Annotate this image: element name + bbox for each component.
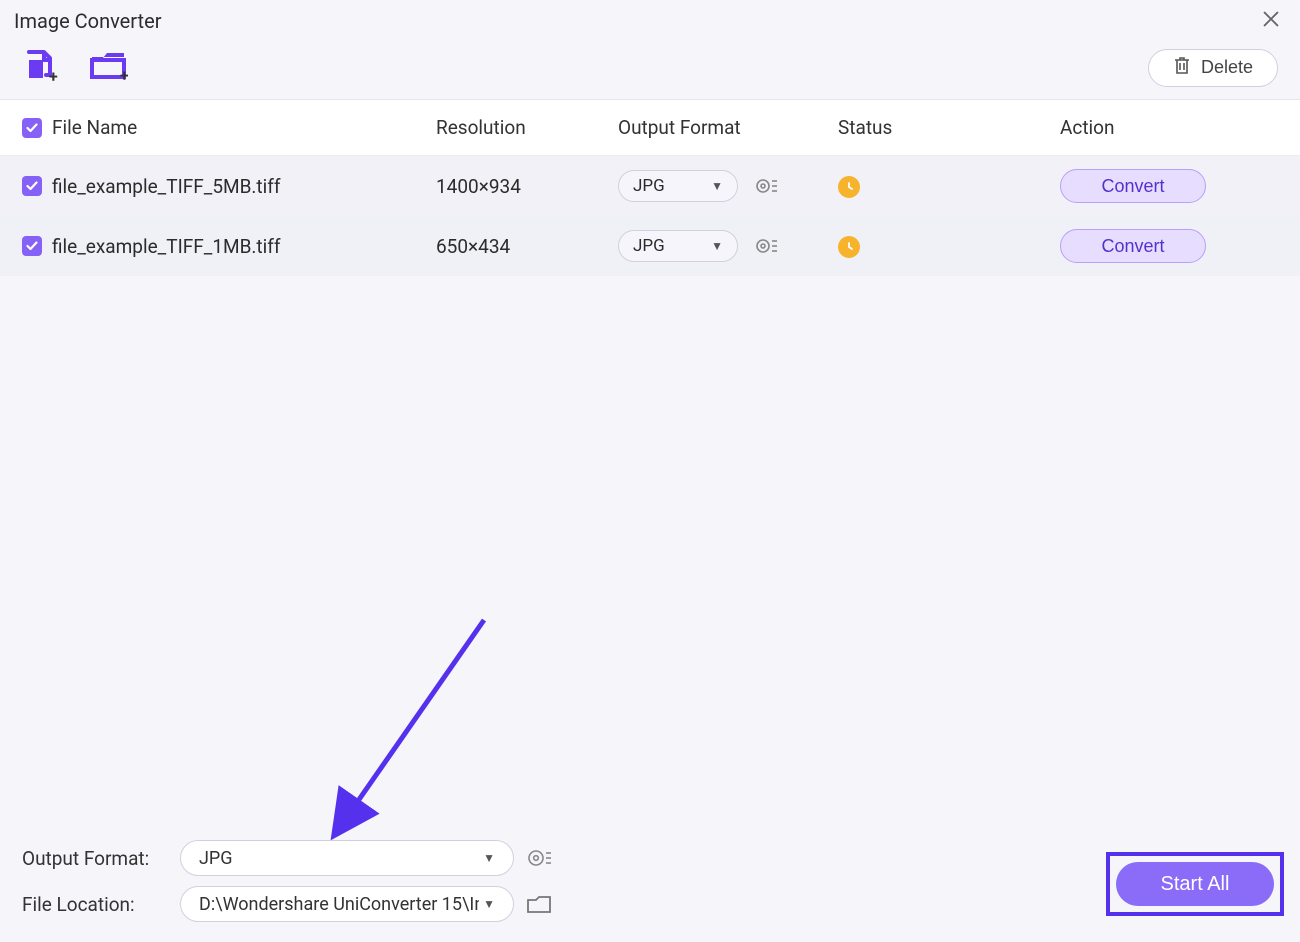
start-all-button[interactable]: Start All (1116, 862, 1274, 906)
file-resolution: 650×434 (436, 235, 618, 258)
toolbar: + + Delete (0, 42, 1300, 100)
settings-icon[interactable] (754, 235, 778, 257)
convert-button[interactable]: Convert (1060, 169, 1206, 203)
bottom-bar: Output Format: JPG ▼ File Location: D:\W… (0, 840, 1300, 942)
add-file-icon[interactable]: + (22, 48, 58, 88)
output-format-label: Output Format: (22, 847, 168, 870)
file-location-value: D:\Wondershare UniConverter 15\Im (199, 894, 479, 915)
table-row: file_example_TIFF_5MB.tiff 1400×934 JPG … (0, 156, 1300, 216)
file-location-label: File Location: (22, 893, 168, 916)
file-location-select[interactable]: D:\Wondershare UniConverter 15\Im ▼ (180, 886, 514, 922)
file-resolution: 1400×934 (436, 175, 618, 198)
format-value: JPG (633, 176, 665, 196)
settings-icon[interactable] (754, 175, 778, 197)
format-select[interactable]: JPG ▼ (618, 170, 738, 202)
select-all-checkbox[interactable] (22, 118, 42, 138)
file-list: file_example_TIFF_5MB.tiff 1400×934 JPG … (0, 156, 1300, 276)
settings-icon[interactable] (526, 846, 552, 870)
chevron-down-icon: ▼ (483, 851, 495, 865)
output-format-value: JPG (199, 848, 233, 869)
trash-icon (1173, 55, 1191, 80)
delete-label: Delete (1201, 57, 1253, 78)
close-icon[interactable] (1260, 8, 1282, 34)
format-select[interactable]: JPG ▼ (618, 230, 738, 262)
col-status: Status (838, 116, 1060, 139)
row-checkbox[interactable] (22, 236, 42, 256)
file-name: file_example_TIFF_5MB.tiff (52, 175, 436, 198)
output-format-select[interactable]: JPG ▼ (180, 840, 514, 876)
table-row: file_example_TIFF_1MB.tiff 650×434 JPG ▼… (0, 216, 1300, 276)
pending-icon (838, 176, 860, 198)
titlebar: Image Converter (0, 0, 1300, 42)
chevron-down-icon: ▼ (483, 897, 495, 911)
chevron-down-icon: ▼ (711, 179, 723, 193)
col-filename: File Name (52, 116, 436, 139)
file-name: file_example_TIFF_1MB.tiff (52, 235, 436, 258)
format-value: JPG (633, 236, 665, 256)
table-header: File Name Resolution Output Format Statu… (0, 100, 1300, 156)
col-format: Output Format (618, 116, 838, 139)
col-action: Action (1060, 116, 1278, 139)
chevron-down-icon: ▼ (711, 239, 723, 253)
start-all-highlight: Start All (1106, 852, 1284, 916)
svg-text:+: + (49, 67, 58, 84)
window-title: Image Converter (14, 9, 161, 33)
convert-button[interactable]: Convert (1060, 229, 1206, 263)
delete-button[interactable]: Delete (1148, 49, 1278, 87)
folder-icon[interactable] (526, 893, 552, 915)
row-checkbox[interactable] (22, 176, 42, 196)
svg-text:+: + (120, 66, 128, 83)
col-resolution: Resolution (436, 116, 618, 139)
pending-icon (838, 236, 860, 258)
add-folder-icon[interactable]: + (90, 49, 128, 87)
